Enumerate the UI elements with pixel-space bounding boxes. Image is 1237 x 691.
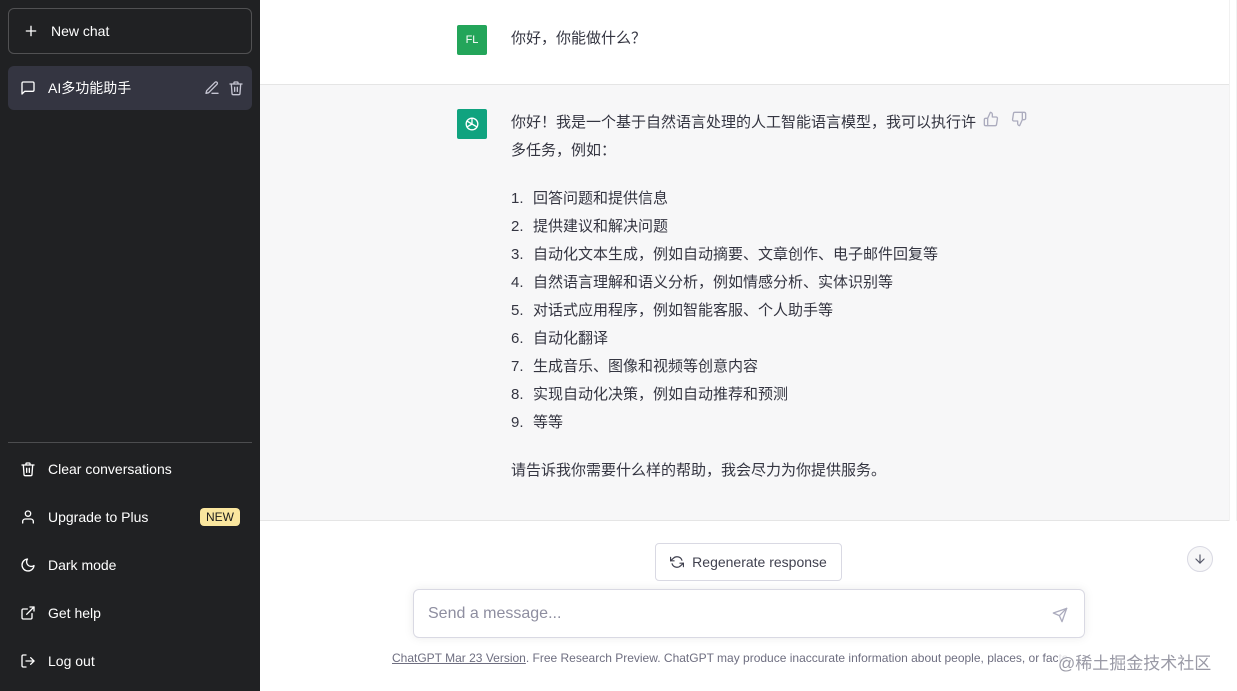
message-composer — [413, 589, 1085, 638]
user-icon — [20, 509, 36, 525]
moon-icon — [20, 557, 36, 573]
clear-conversations-label: Clear conversations — [48, 461, 172, 477]
assistant-list-item: 7. 生成音乐、图像和视频等创意内容 — [511, 353, 976, 381]
list-item-number: 2. — [511, 218, 524, 235]
list-item-text: 提供建议和解决问题 — [533, 218, 669, 235]
list-item-number: 5. — [511, 302, 524, 319]
thumbs-down-icon[interactable] — [1011, 111, 1027, 127]
upgrade-label: Upgrade to Plus — [48, 509, 149, 525]
assistant-list-item: 3. 自动化文本生成，例如自动摘要、文章创作、电子邮件回复等 — [511, 241, 976, 269]
list-item-text: 回答问题和提供信息 — [533, 190, 669, 207]
version-link[interactable]: ChatGPT Mar 23 Version — [392, 651, 526, 665]
new-chat-button[interactable]: New chat — [8, 8, 252, 54]
list-item-number: 1. — [511, 190, 524, 207]
assistant-list-item: 1. 回答问题和提供信息 — [511, 185, 976, 213]
dark-mode-label: Dark mode — [48, 557, 117, 573]
upgrade-to-plus-button[interactable]: Upgrade to Plus NEW — [8, 493, 252, 541]
arrow-down-icon — [1195, 554, 1205, 564]
sidebar-menu: Clear conversations Upgrade to Plus NEW … — [8, 445, 252, 685]
list-item-text: 实现自动化决策，例如自动推荐和预测 — [533, 386, 789, 403]
assistant-intro: 你好！我是一个基于自然语言处理的人工智能语言模型，我可以执行许多任务，例如： — [511, 114, 977, 159]
assistant-list-item: 8. 实现自动化决策，例如自动推荐和预测 — [511, 381, 976, 409]
disclaimer-text: . Free Research Preview. ChatGPT may pro… — [525, 651, 1072, 665]
feedback-buttons — [983, 111, 1027, 127]
assistant-list-item: 4. 自然语言理解和语义分析，例如情感分析、实体识别等 — [511, 269, 976, 297]
assistant-list-item: 2. 提供建议和解决问题 — [511, 213, 976, 241]
clear-conversations-button[interactable]: Clear conversations — [8, 445, 252, 493]
message-input[interactable] — [428, 602, 1038, 626]
list-item-number: 4. — [511, 274, 524, 291]
user-avatar: FL — [457, 25, 487, 55]
trash-icon — [20, 461, 36, 477]
conversation-actions — [204, 80, 244, 96]
sidebar-divider — [8, 442, 252, 443]
scrollbar[interactable] — [1229, 0, 1237, 600]
assistant-list-item: 5. 对话式应用程序，例如智能客服、个人助手等 — [511, 297, 976, 325]
regenerate-response-button[interactable]: Regenerate response — [655, 543, 842, 581]
log-out-label: Log out — [48, 653, 95, 669]
assistant-message-row: 你好！我是一个基于自然语言处理的人工智能语言模型，我可以执行许多任务，例如： 1… — [260, 85, 1229, 521]
assistant-list-item: 6. 自动化翻译 — [511, 325, 976, 353]
list-item-text: 等等 — [533, 414, 564, 431]
get-help-link[interactable]: Get help — [8, 589, 252, 637]
chat-main: FL 你好，你能做什么？ 你好！我是一个基于自然语言处理的人工智能语言模型，我可… — [260, 0, 1237, 691]
regenerate-label: Regenerate response — [692, 554, 827, 570]
openai-logo-icon — [457, 109, 487, 139]
list-item-number: 9. — [511, 414, 524, 431]
scroll-down-button[interactable] — [1187, 546, 1213, 572]
list-item-number: 7. — [511, 358, 524, 375]
conversation-item[interactable]: AI多功能助手 — [8, 66, 252, 110]
watermark: @稀土掘金技术社区 — [1058, 649, 1212, 674]
list-item-text: 自动化文本生成，例如自动摘要、文章创作、电子邮件回复等 — [533, 246, 939, 263]
scrollbar-thumb[interactable] — [1230, 0, 1236, 600]
assistant-message: 你好！我是一个基于自然语言处理的人工智能语言模型，我可以执行许多任务，例如： 1… — [511, 109, 976, 485]
thumbs-up-icon[interactable] — [983, 111, 999, 127]
log-out-button[interactable]: Log out — [8, 637, 252, 685]
assistant-outro: 请告诉我你需要什么样的帮助，我会尽力为你提供服务。 — [511, 462, 887, 479]
send-icon[interactable] — [1052, 607, 1068, 623]
new-chat-label: New chat — [51, 23, 110, 39]
chat-bubble-icon — [20, 80, 36, 96]
conversation-title: AI多功能助手 — [48, 80, 132, 96]
logout-icon — [20, 653, 36, 669]
trash-icon[interactable] — [228, 80, 244, 96]
list-item-number: 3. — [511, 246, 524, 263]
assistant-list: 1. 回答问题和提供信息 2. 提供建议和解决问题 3. 自动化文本生成，例如自动摘要、文… — [511, 185, 976, 437]
refresh-icon — [670, 555, 685, 569]
list-item-number: 8. — [511, 386, 524, 403]
list-item-text: 自动化翻译 — [533, 330, 609, 347]
user-message-row: FL 你好，你能做什么？ — [260, 0, 1229, 85]
get-help-label: Get help — [48, 605, 101, 621]
plus-icon — [23, 23, 39, 39]
list-item-text: 生成音乐、图像和视频等创意内容 — [533, 358, 759, 375]
user-message: 你好，你能做什么？ — [511, 30, 647, 47]
sidebar: New chat AI多功能助手 Clear conversations Upg… — [0, 0, 260, 691]
dark-mode-button[interactable]: Dark mode — [8, 541, 252, 589]
external-link-icon — [20, 605, 36, 621]
list-item-number: 6. — [511, 330, 524, 347]
edit-icon[interactable] — [204, 80, 220, 96]
new-badge: NEW — [200, 508, 240, 526]
list-item-text: 对话式应用程序，例如智能客服、个人助手等 — [533, 302, 834, 319]
list-item-text: 自然语言理解和语义分析，例如情感分析、实体识别等 — [533, 274, 894, 291]
assistant-list-item: 9. 等等 — [511, 409, 976, 437]
